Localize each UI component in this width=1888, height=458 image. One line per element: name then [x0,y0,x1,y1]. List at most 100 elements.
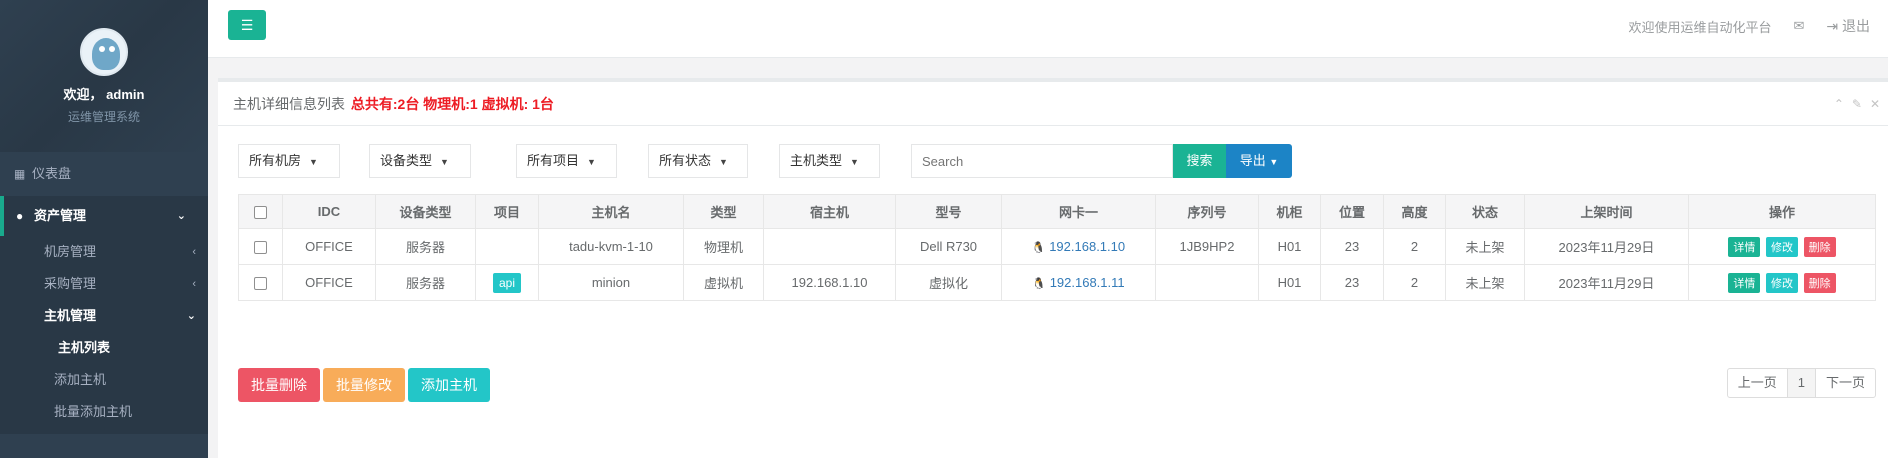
pagination: 上一页 1 下一页 [1726,368,1876,398]
sidebar-item-host-list[interactable]: 主机列表 [0,332,208,364]
device-type-select[interactable]: 设备类型 ▼ [369,144,471,178]
project-select[interactable]: 所有项目 ▼ [516,144,617,178]
batch-edit-button[interactable]: 批量修改 [323,368,405,402]
select-all-checkbox[interactable] [254,206,267,220]
sidebar-item-label: 资产管理 [34,208,87,223]
welcome-user: 欢迎， admin [63,87,145,102]
column-header: 类型 [683,194,764,229]
host-type-select[interactable]: 主机类型 ▼ [779,144,880,178]
column-header: 机柜 [1258,194,1321,229]
cell-hostname: minion [538,264,684,301]
edit-button[interactable]: 修改 [1766,236,1798,257]
ip-link[interactable]: 192.168.1.11 [1050,275,1125,290]
caret-down-icon: ▼ [440,157,449,167]
cell-model: 虚拟化 [895,264,1002,301]
column-header: IDC [282,194,376,229]
add-host-button[interactable]: 添加主机 [408,368,490,402]
sidebar-item-purchase-management[interactable]: 采购管理 ‹ [0,268,208,300]
table-row: OFFICE 服务器 api minion 虚拟机 192.168.1.10 虚… [238,264,1876,301]
cell-cabinet: H01 [1258,228,1321,265]
host-list-panel: 主机详细信息列表 总共有:2台 物理机:1 虚拟机: 1台 ⌃ ✎ ✕ 所有机房… [218,78,1888,458]
logout-label: 退出 [1842,18,1870,34]
hamburger-icon: ☰ [240,17,254,33]
sidebar-item-dashboard[interactable]: ▦ 仪表盘 [0,152,208,196]
ip-link[interactable]: 192.168.1.10 [1049,239,1125,254]
cell-type: 虚拟机 [683,264,764,301]
wrench-icon[interactable]: ✎ [1852,82,1862,126]
host-table: IDC 设备类型 项目 主机名 类型 宿主机 型号 网卡一 序列号 机柜 位置 … [238,194,1876,301]
search-input[interactable] [911,144,1173,178]
column-header: 网卡一 [1001,194,1156,229]
idc-select[interactable]: 所有机房 ▼ [238,144,340,178]
cell-height: 2 [1383,228,1446,265]
menu-toggle-button[interactable]: ☰ [228,10,266,40]
system-name: 运维管理系统 [67,110,140,124]
detail-button[interactable]: 详情 [1728,272,1761,293]
sidebar-item-label: 采购管理 [44,276,97,291]
next-page-button[interactable]: 下一页 [1814,368,1876,398]
column-header: 项目 [475,194,539,229]
project-tag: api [492,273,521,293]
select-value: 所有状态 [659,153,712,168]
cell-type: 物理机 [683,228,764,265]
prev-page-button[interactable]: 上一页 [1726,368,1788,398]
sidebar: 欢迎， admin 运维管理系统 ▦ 仪表盘 ● 资产管理 ⌄ 机房管理 ‹ 采… [0,0,208,458]
host-summary: 总共有:2台 物理机:1 虚拟机: 1台 [350,96,554,112]
sign-out-icon: ⇥ [1826,18,1839,34]
export-dropdown-button[interactable]: 导出 ▼ [1226,144,1292,178]
logout-link[interactable]: ⇥ 退出 [1826,16,1870,36]
row-checkbox[interactable] [254,277,267,291]
cell-rack-time: 2023年11月29日 [1524,228,1689,265]
chevron-left-icon: ‹ [192,278,196,290]
column-header: 序列号 [1155,194,1259,229]
cell-project: api [475,264,539,301]
detail-button[interactable]: 详情 [1728,236,1761,257]
caret-down-icon: ▼ [719,157,728,167]
dashboard-icon: ▦ [14,167,26,181]
chevron-down-icon: ⌄ [176,210,186,222]
sidebar-item-batch-add-host[interactable]: 批量添加主机 [0,396,208,428]
avatar[interactable] [80,28,128,76]
delete-button[interactable]: 删除 [1803,236,1836,257]
delete-button[interactable]: 删除 [1803,272,1836,293]
cell-model: Dell R730 [895,228,1002,265]
sidebar-item-add-host[interactable]: 添加主机 [0,364,208,396]
row-checkbox-cell [238,228,283,265]
table-header-row: IDC 设备类型 项目 主机名 类型 宿主机 型号 网卡一 序列号 机柜 位置 … [238,194,1876,229]
cell-serial [1155,264,1259,301]
cell-actions: 详情 修改 删除 [1688,228,1876,265]
cell-position: 23 [1320,264,1384,301]
column-header: 型号 [895,194,1002,229]
cell-status: 未上架 [1445,228,1525,265]
sidebar-item-idc-management[interactable]: 机房管理 ‹ [0,236,208,268]
panel-tools: ⌃ ✎ ✕ [1834,82,1880,126]
select-value: 主机类型 [790,153,843,168]
cell-idc: OFFICE [282,228,376,265]
cell-actions: 详情 修改 删除 [1688,264,1876,301]
sidebar-item-label: 机房管理 [44,244,97,259]
chevron-up-icon[interactable]: ⌃ [1834,82,1844,126]
caret-down-icon: ▼ [309,157,318,167]
column-header: 宿主机 [763,194,896,229]
row-checkbox[interactable] [254,241,267,255]
sidebar-item-host-management[interactable]: 主机管理 ⌄ [0,300,208,332]
status-select[interactable]: 所有状态 ▼ [648,144,748,178]
caret-down-icon: ▼ [1269,157,1279,167]
cell-hostname: tadu-kvm-1-10 [538,228,684,265]
asset-submenu: 机房管理 ‹ 采购管理 ‹ 主机管理 ⌄ 主机列表 添加主机 批量添加主机 [0,236,208,434]
column-header: 上架时间 [1524,194,1689,229]
edit-button[interactable]: 修改 [1766,272,1798,293]
column-header: 主机名 [538,194,684,229]
top-right-area: 欢迎使用运维自动化平台 ✉ ⇥ 退出 [1628,16,1870,36]
linux-icon: 🐧 [1032,278,1047,290]
envelope-icon[interactable]: ✉ [1793,18,1804,34]
batch-delete-button[interactable]: 批量删除 [238,368,320,402]
page-number-button[interactable]: 1 [1786,368,1816,398]
chevron-left-icon: ‹ [192,246,196,258]
close-icon[interactable]: ✕ [1870,82,1880,126]
caret-down-icon: ▼ [850,157,859,167]
column-header: 操作 [1688,194,1876,229]
cell-rack-time: 2023年11月29日 [1524,264,1689,301]
sidebar-item-asset-management[interactable]: ● 资产管理 ⌄ [0,196,208,236]
search-button[interactable]: 搜索 [1173,144,1226,178]
